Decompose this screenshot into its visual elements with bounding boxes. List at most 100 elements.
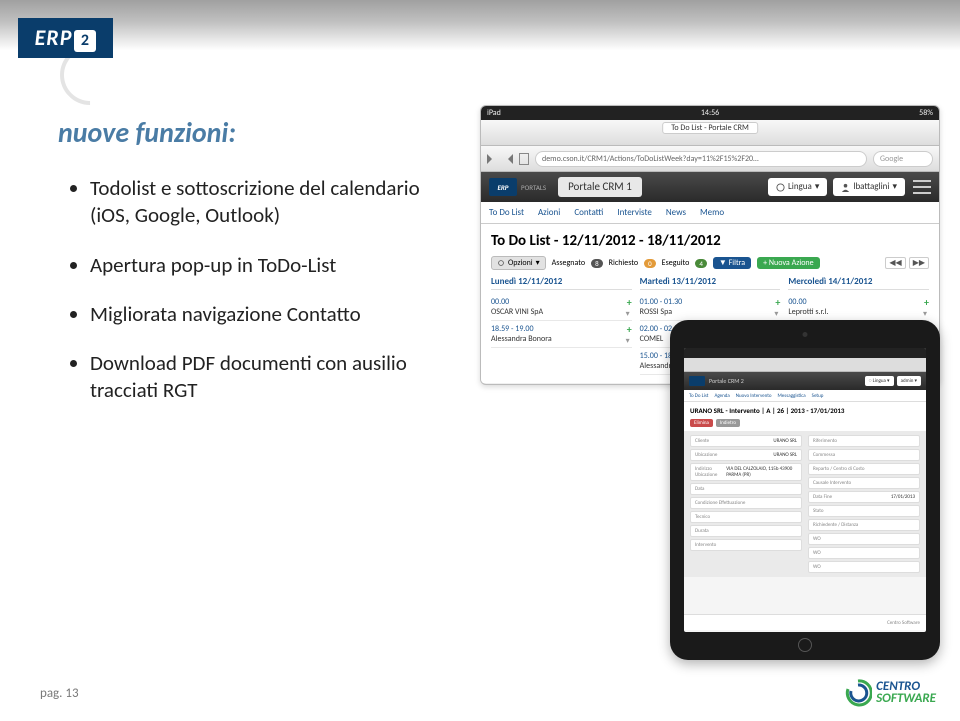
form-row[interactable]: Stato [808,505,920,517]
todolist-heading: To Do List - 12/11/2012 - 18/11/2012 [491,232,929,250]
filter-richiesto-label: Richiesto [609,258,638,268]
new-action-button[interactable]: + Nuova Azione [757,257,820,269]
search-field[interactable]: Google [873,151,933,167]
day-header: Mercoledì 14/11/2012 [788,276,929,290]
user-button[interactable]: admin ▾ [897,376,921,386]
bookmark-icon[interactable] [519,153,529,165]
logo-erp-text: ERP [35,24,73,51]
tab-item[interactable]: Setup [812,393,824,399]
portal-tabs: To Do List Azioni Contatti Interviste Ne… [481,202,939,224]
form-row[interactable]: WO [808,547,920,559]
status-battery: 58% [919,106,933,120]
tab-item[interactable]: To Do List [689,393,708,399]
form-row[interactable]: ClienteURANO SRL [690,435,802,447]
ipad-action-buttons: Elimina Indietro [684,419,926,431]
status-device: iPad [487,106,501,120]
form-row[interactable]: Commessa [808,449,920,461]
erp2-logo: ERP2 [18,18,113,58]
event-item[interactable]: 00.00OSCAR VINI SpA+▾ [491,294,632,321]
form-row[interactable]: Reparto / Centro di Costo [808,463,920,475]
chevron-down-icon[interactable]: ▾ [923,309,927,319]
footer-brand: Centro Software [887,620,920,626]
week-nav: ◀◀ ▶▶ [885,257,929,269]
add-icon[interactable]: + [924,296,929,309]
form-row[interactable]: Tecnico [690,511,802,523]
feature-item: Apertura pop-up in ToDo-List [90,252,460,279]
ipad-camera [803,332,808,337]
feature-list: Todolist e sottoscrizione del calendario… [70,175,460,427]
chevron-down-icon[interactable]: ▾ [774,309,778,319]
tab-item[interactable]: Agenda [714,393,729,399]
browser-tab-title: To Do List - Portale CRM [662,122,758,134]
brand-software: SOFTWARE [876,693,936,705]
badge-eseguito: 4 [695,259,707,268]
ipad-status-bar: iPad 14:56 58% [481,106,939,120]
next-week-icon[interactable]: ▶▶ [909,257,929,269]
form-row[interactable]: Condizione Effettuazione [690,497,802,509]
form-row[interactable]: Richiedente / Distanza [808,519,920,531]
event-item[interactable]: 00.00Leprotti s.r.l.+▾ [788,294,929,321]
tab-contatti[interactable]: Contatti [574,207,603,218]
add-icon[interactable]: + [627,296,632,309]
tab-todolist[interactable]: To Do List [489,207,524,218]
filter-button[interactable]: ▼ Filtra [713,257,751,269]
add-icon[interactable]: + [627,323,632,336]
tab-news[interactable]: News [666,207,686,218]
form-row[interactable]: Data Fine17/01/2013 [808,491,920,503]
feature-item: Todolist e sottoscrizione del calendario… [90,175,460,230]
portal-header: ERP PORTALS Portale CRM 1 Lingua ▾ lbatt… [481,172,939,202]
tab-item[interactable]: Nuovo Intervento [736,393,772,399]
language-button[interactable]: Lingua ▾ [768,178,827,196]
page-title: nuove funzioni: [58,115,236,150]
form-row[interactable]: WO [808,561,920,573]
user-label: lbattaglini [853,178,889,196]
ipad-screen: Portale CRM 2 ◌ Lingua ▾ admin ▾ To Do L… [684,348,926,632]
menu-icon[interactable] [913,180,931,194]
ipad-heading: URANO SRL - Intervento | A | 26 | 2013 -… [684,402,926,419]
form-row[interactable]: Durata [690,525,802,537]
ipad-footer: Centro Software [684,614,926,630]
tab-azioni[interactable]: Azioni [538,207,560,218]
delete-button[interactable]: Elimina [690,419,713,427]
options-button[interactable]: Opzioni ▾ [491,256,546,270]
form-row[interactable]: Intervento [690,539,802,551]
user-button[interactable]: lbattaglini ▾ [833,178,905,196]
event-item[interactable]: 18.59 - 19.00Alessandra Bonora+▾ [491,321,632,348]
event-item[interactable]: 01.00 - 01.30ROSSI Spa+▾ [640,294,781,321]
filter-bar: Opzioni ▾ Assegnato8 Richiesto0 Eseguito… [491,256,929,270]
chevron-down-icon[interactable]: ▾ [626,336,630,346]
forward-icon[interactable] [503,154,513,164]
filter-assegnato-label: Assegnato [552,258,585,268]
badge-assegnato: 8 [591,259,603,268]
language-button[interactable]: ◌ Lingua ▾ [865,376,894,386]
day-header: Lunedì 12/11/2012 [491,276,632,290]
form-column-left: ClienteURANO SRL UbicazioneURANO SRL Indir… [690,435,802,573]
logo-text: CENTRO SOFTWARE [876,681,936,706]
ipad-form: ClienteURANO SRL UbicazioneURANO SRL Indir… [684,431,926,577]
add-icon[interactable]: + [775,296,780,309]
portal-title: Portale CRM 2 [709,377,744,385]
form-row[interactable]: Data [690,483,802,495]
logo-two-badge: 2 [74,30,96,52]
chevron-down-icon[interactable]: ▾ [626,309,630,319]
page-number: pag. 13 [40,686,79,701]
portals-label: PORTALS [521,183,546,192]
portal-title: Portale CRM 1 [558,177,642,197]
header-gradient [0,0,960,72]
tab-item[interactable]: Messaggistica [778,393,806,399]
url-field[interactable]: demo.cson.it/CRM1/Actions/ToDoListWeek?d… [535,151,867,167]
status-time: 14:56 [701,106,719,120]
back-button[interactable]: Indietro [716,419,740,427]
form-row[interactable]: WO [808,533,920,545]
form-row[interactable]: Indirizzo UbicazioneVIA DEL CALZOLAIO, 1… [690,463,802,481]
feature-item: Migliorata navigazione Contatto [90,301,460,328]
ipad-home-button[interactable] [798,638,812,652]
prev-week-icon[interactable]: ◀◀ [885,257,905,269]
form-row[interactable]: UbicazioneURANO SRL [690,449,802,461]
form-row[interactable]: Riferimento [808,435,920,447]
form-row[interactable]: Causale Intervento [808,477,920,489]
tab-memo[interactable]: Memo [700,207,724,218]
tab-interviste[interactable]: Interviste [617,207,651,218]
ipad-status-bar [684,348,926,358]
back-icon[interactable] [487,154,497,164]
